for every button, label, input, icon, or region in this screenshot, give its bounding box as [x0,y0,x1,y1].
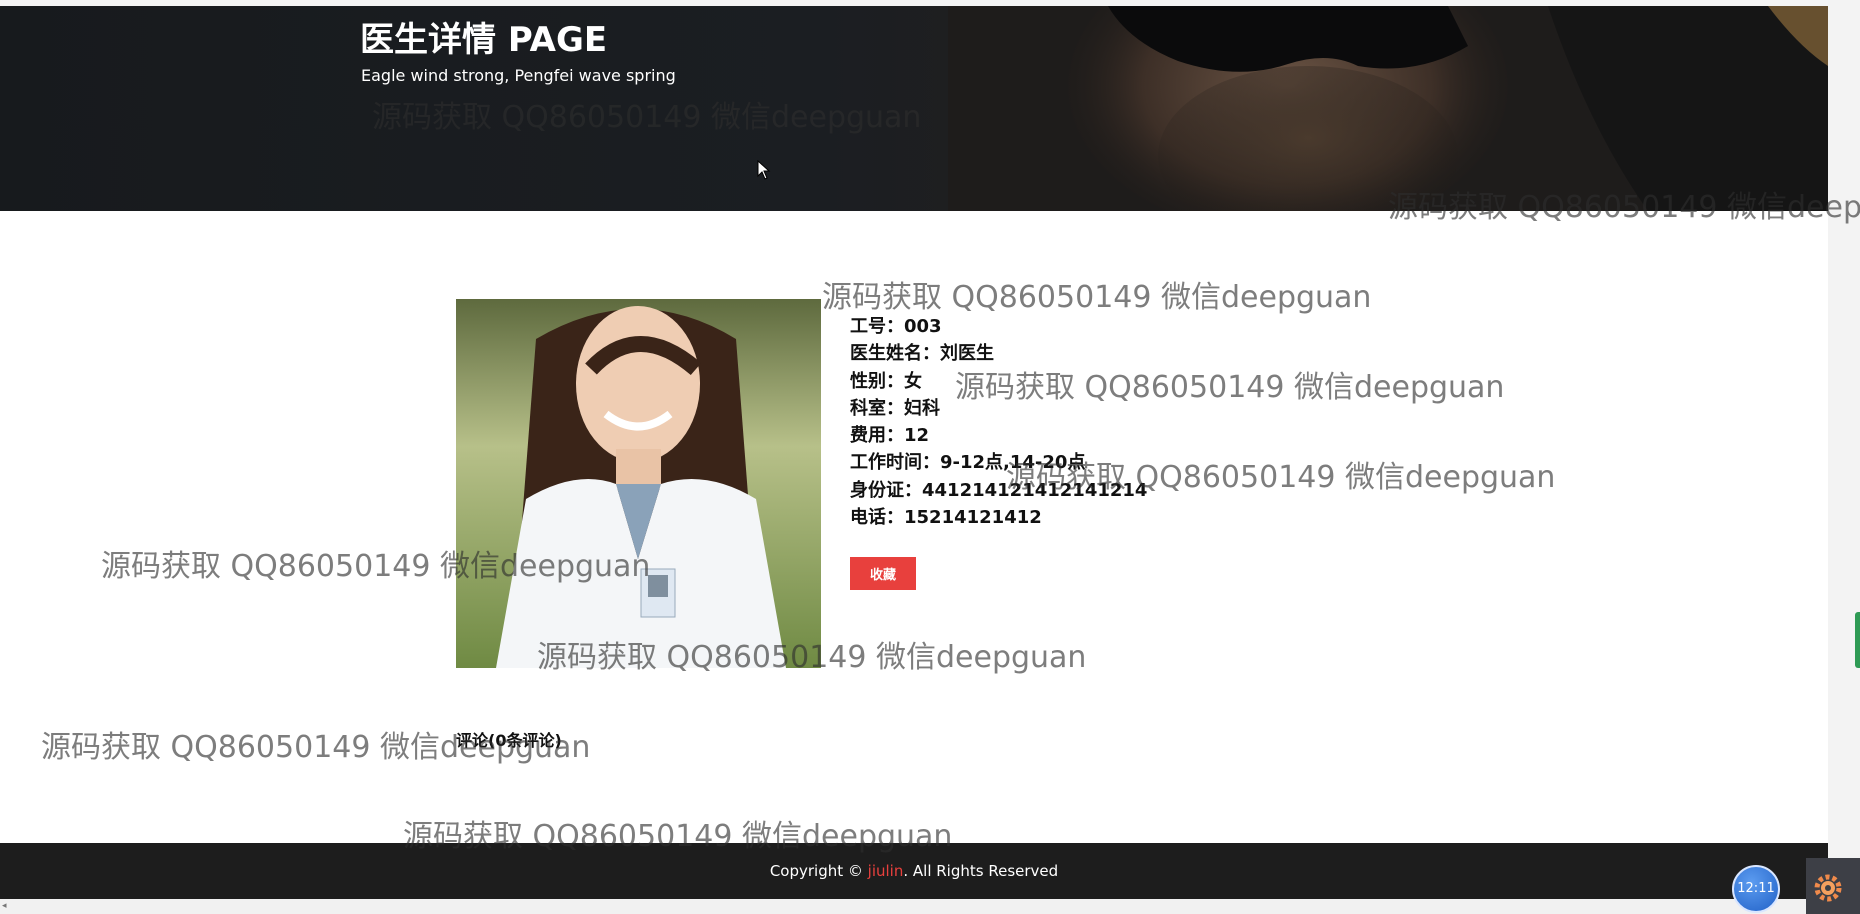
settings-gear-icon[interactable] [1810,870,1846,906]
watermark-text: 源码获取 QQ86050149 微信deepguan [955,370,1505,405]
page-subtitle: Eagle wind strong, Pengfei wave spring [361,66,676,85]
scrollbar-thumb[interactable] [1855,612,1860,668]
vertical-scrollbar[interactable] [1828,0,1860,899]
doctor-employee-id: 工号：003 [850,316,942,337]
footer-copyright-prefix: Copyright © [769,862,868,880]
watermark-text: 源码获取 QQ86050149 微信deepguan [822,280,1372,315]
doctor-phone: 电话：15214121412 [850,507,1042,529]
watermark-text: 源码获取 QQ86050149 微信deepguan [1006,460,1556,495]
doctor-photo [456,299,821,668]
footer-brand-link[interactable]: jiulin [868,862,904,880]
mouse-cursor-icon [757,160,771,180]
favorite-button[interactable]: 收藏 [850,557,916,590]
page-title: 医生详情 PAGE [360,20,608,60]
watermark-text: 源码获取 QQ86050149 微信deepguan [41,730,591,765]
horizontal-scrollbar[interactable] [0,899,1860,914]
watermark-text: 源码获取 QQ86050149 微信deepguan [403,819,953,854]
footer-copyright-suffix: . All Rights Reserved [903,862,1059,880]
watermark-text: 源码获取 QQ86050149 微信deepguan [372,100,922,135]
doctor-fee: 费用：12 [850,425,930,447]
scroll-left-arrow-icon[interactable]: ◂ [2,901,7,911]
taskbar-clock[interactable]: 12:11 [1732,865,1780,913]
watermark-text: 源码获取 QQ86050149 微信deepguan [537,640,1087,675]
banner-photo [948,6,1828,211]
watermark-text: 源码获取 QQ86050149 微信deepguan [1388,190,1860,225]
doctor-info-list: 工号：003 医生姓名：刘医生 性别：女 科室：妇科 费用：12 工作时间：9-… [850,313,1147,531]
watermark-text: 源码获取 QQ86050149 微信deepguan [101,549,651,584]
